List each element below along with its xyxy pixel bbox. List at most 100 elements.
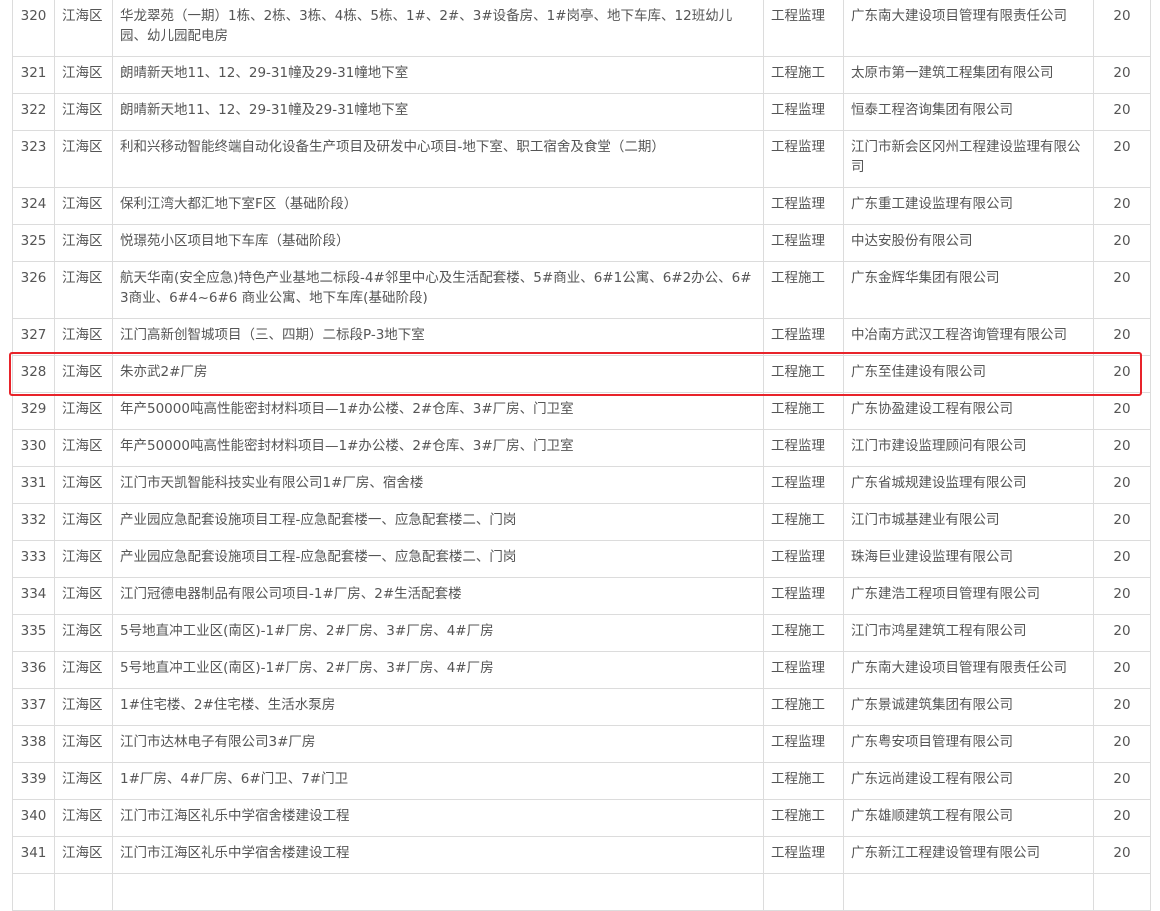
row-number-cell: 327 [12,318,55,356]
company-cell: 江门市新会区冈州工程建设监理有限公司 [843,130,1094,188]
project-name-cell: 朱亦武2#厂房 [112,355,764,393]
company-cell: 广东省城规建设监理有限公司 [843,466,1094,504]
score-cell: 20 [1093,540,1151,578]
project-name-cell: 5号地直冲工业区(南区)-1#厂房、2#厂房、3#厂房、4#厂房 [112,651,764,689]
row-number-cell: 329 [12,392,55,430]
score-cell: 20 [1093,466,1151,504]
work-type-cell: 工程施工 [763,392,844,430]
score-cell [1093,873,1151,911]
company-cell: 广东南大建设项目管理有限责任公司 [843,0,1094,57]
district-cell: 江海区 [54,651,113,689]
project-table: 320 江海区 华龙翠苑（一期）1栋、2栋、3栋、4栋、5栋、1#、2#、3#设备房… [12,0,1151,911]
project-name-cell: 产业园应急配套设施项目工程-应急配套楼一、应急配套楼二、门岗 [112,503,764,541]
work-type-cell: 工程监理 [763,577,844,615]
table-row: 335 江海区 5号地直冲工业区(南区)-1#厂房、2#厂房、3#厂房、4#厂房 工程… [12,614,1151,652]
work-type-cell: 工程监理 [763,651,844,689]
table-row-highlighted: 328 江海区 朱亦武2#厂房 工程施工 广东至佳建设有限公司 20 [12,355,1151,393]
table-row: 336 江海区 5号地直冲工业区(南区)-1#厂房、2#厂房、3#厂房、4#厂房 工程… [12,651,1151,689]
score-cell: 20 [1093,688,1151,726]
company-cell: 广东至佳建设有限公司 [843,355,1094,393]
work-type-cell: 工程施工 [763,762,844,800]
company-cell: 江门市建设监理顾问有限公司 [843,429,1094,467]
district-cell: 江海区 [54,0,113,57]
project-name-cell: 江门市达林电子有限公司3#厂房 [112,725,764,763]
row-number-cell: 333 [12,540,55,578]
district-cell: 江海区 [54,540,113,578]
company-cell: 广东建浩工程项目管理有限公司 [843,577,1094,615]
project-name-cell: 产业园应急配套设施项目工程-应急配套楼一、应急配套楼二、门岗 [112,540,764,578]
district-cell [54,873,113,911]
project-name-cell: 朗晴新天地11、12、29-31幢及29-31幢地下室 [112,56,764,94]
district-cell: 江海区 [54,725,113,763]
project-name-cell: 航天华南(安全应急)特色产业基地二标段-4#邻里中心及生活配套楼、5#商业、6#… [112,261,764,319]
work-type-cell: 工程监理 [763,540,844,578]
district-cell: 江海区 [54,187,113,225]
district-cell: 江海区 [54,318,113,356]
district-cell: 江海区 [54,503,113,541]
project-name-cell: 1#厂房、4#厂房、6#门卫、7#门卫 [112,762,764,800]
row-number-cell [12,873,55,911]
row-number-cell: 332 [12,503,55,541]
company-cell: 中达安股份有限公司 [843,224,1094,262]
row-number-cell: 330 [12,429,55,467]
district-cell: 江海区 [54,429,113,467]
company-cell: 广东新江工程建设管理有限公司 [843,836,1094,874]
score-cell: 20 [1093,355,1151,393]
score-cell: 20 [1093,503,1151,541]
score-cell: 20 [1093,392,1151,430]
row-number-cell: 335 [12,614,55,652]
table-row: 322 江海区 朗晴新天地11、12、29-31幢及29-31幢地下室 工程监理 恒泰工… [12,93,1151,131]
project-name-cell: 年产50000吨高性能密封材料项目—1#办公楼、2#仓库、3#厂房、门卫室 [112,429,764,467]
score-cell: 20 [1093,318,1151,356]
company-cell: 太原市第一建筑工程集团有限公司 [843,56,1094,94]
project-name-cell: 1#住宅楼、2#住宅楼、生活水泵房 [112,688,764,726]
project-name-cell: 朗晴新天地11、12、29-31幢及29-31幢地下室 [112,93,764,131]
work-type-cell: 工程施工 [763,503,844,541]
district-cell: 江海区 [54,466,113,504]
table-row: 323 江海区 利和兴移动智能终端自动化设备生产项目及研发中心项目-地下室、职工宿舍… [12,130,1151,188]
work-type-cell: 工程施工 [763,614,844,652]
score-cell: 20 [1093,651,1151,689]
row-number-cell: 334 [12,577,55,615]
project-name-cell: 江门市江海区礼乐中学宿舍楼建设工程 [112,836,764,874]
score-cell: 20 [1093,577,1151,615]
company-cell: 广东景诚建筑集团有限公司 [843,688,1094,726]
work-type-cell: 工程监理 [763,93,844,131]
company-cell: 中冶南方武汉工程咨询管理有限公司 [843,318,1094,356]
table-row: 329 江海区 年产50000吨高性能密封材料项目—1#办公楼、2#仓库、3#厂房、… [12,392,1151,430]
district-cell: 江海区 [54,56,113,94]
company-cell: 广东重工建设监理有限公司 [843,187,1094,225]
district-cell: 江海区 [54,224,113,262]
score-cell: 20 [1093,224,1151,262]
row-number-cell: 328 [12,355,55,393]
row-number-cell: 336 [12,651,55,689]
company-cell: 珠海巨业建设监理有限公司 [843,540,1094,578]
district-cell: 江海区 [54,355,113,393]
row-number-cell: 324 [12,187,55,225]
work-type-cell: 工程监理 [763,187,844,225]
table-row: 320 江海区 华龙翠苑（一期）1栋、2栋、3栋、4栋、5栋、1#、2#、3#设备房… [12,0,1151,57]
company-cell: 广东金辉华集团有限公司 [843,261,1094,319]
work-type-cell: 工程施工 [763,261,844,319]
score-cell: 20 [1093,261,1151,319]
table-row: 331 江海区 江门市天凯智能科技实业有限公司1#厂房、宿舍楼 工程监理 广东省城规建设… [12,466,1151,504]
district-cell: 江海区 [54,762,113,800]
work-type-cell: 工程施工 [763,355,844,393]
score-cell: 20 [1093,187,1151,225]
row-number-cell: 322 [12,93,55,131]
row-number-cell: 338 [12,725,55,763]
row-number-cell: 341 [12,836,55,874]
district-cell: 江海区 [54,130,113,188]
row-number-cell: 320 [12,0,55,57]
table-row [12,873,1151,911]
score-cell: 20 [1093,56,1151,94]
table-row: 341 江海区 江门市江海区礼乐中学宿舍楼建设工程 工程监理 广东新江工程建设管理有限公… [12,836,1151,874]
score-cell: 20 [1093,0,1151,57]
row-number-cell: 331 [12,466,55,504]
district-cell: 江海区 [54,688,113,726]
work-type-cell: 工程监理 [763,725,844,763]
score-cell: 20 [1093,762,1151,800]
district-cell: 江海区 [54,614,113,652]
district-cell: 江海区 [54,261,113,319]
work-type-cell: 工程监理 [763,836,844,874]
